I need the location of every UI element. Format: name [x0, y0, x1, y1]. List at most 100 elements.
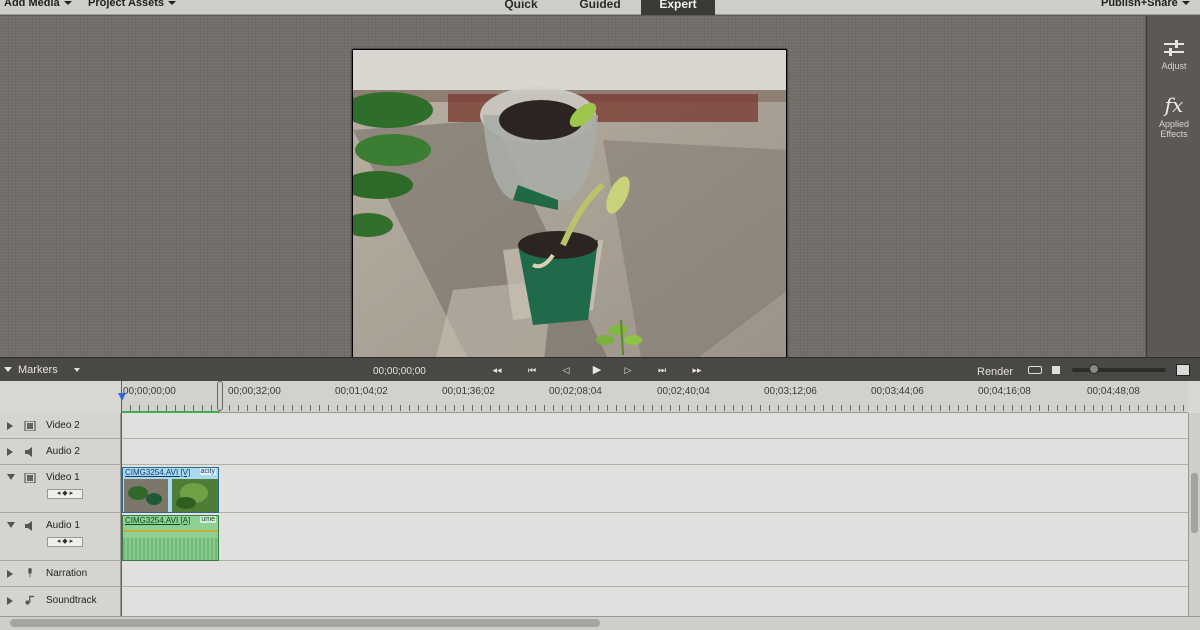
ruler-tick — [760, 405, 761, 411]
collapse-triangle-icon[interactable] — [4, 367, 12, 372]
ruler-tick — [310, 405, 311, 411]
tab-quick[interactable]: Quick — [494, 0, 548, 15]
lane-narration[interactable] — [121, 561, 1188, 587]
video-clip[interactable]: CIMG3254.AVI [V] acity — [122, 467, 219, 513]
project-assets-label: Project Assets — [88, 0, 165, 9]
track-name: Audio 1 — [46, 520, 80, 531]
goto-out-point-icon[interactable]: ▸▸ — [689, 363, 705, 377]
ruler-tick — [985, 405, 986, 411]
fit-timeline-icon[interactable] — [1028, 366, 1042, 374]
markers-dropdown-icon[interactable] — [74, 368, 80, 372]
ruler-tick — [724, 405, 725, 411]
ruler-tick — [274, 405, 275, 411]
lane-soundtrack[interactable] — [121, 587, 1188, 616]
ruler-tick — [535, 405, 536, 411]
expand-track-icon[interactable] — [7, 570, 13, 578]
ruler-tick — [256, 405, 257, 411]
ruler-tick — [436, 405, 437, 411]
horizontal-scrollbar-thumb[interactable] — [10, 619, 600, 627]
audio-clip-title: CIMG3254.AVI [A] — [125, 516, 191, 525]
ruler-tick — [481, 405, 482, 411]
video-clip-effect-badge[interactable]: acity — [199, 468, 216, 475]
tab-guided[interactable]: Guided — [570, 0, 630, 15]
zoom-out-icon[interactable] — [1052, 366, 1060, 374]
audio-clip-effect-badge[interactable]: ume — [200, 516, 216, 523]
zoom-slider-knob[interactable] — [1089, 364, 1099, 374]
lane-video-2[interactable] — [121, 413, 1188, 439]
lane-audio-1[interactable]: CIMG3254.AVI [A] ume — [121, 513, 1188, 561]
chevron-down-icon — [63, 1, 72, 6]
ruler-label: 00;04;16;08 — [978, 386, 1031, 397]
timecode-display[interactable]: 00;00;00;00 — [373, 366, 426, 377]
ruler-tick — [1183, 405, 1184, 411]
ruler-tick — [229, 405, 230, 411]
render-button[interactable]: Render — [977, 366, 1013, 378]
track-headers: Video 2 Audio 2 Video 1 ◂ ◆ ▸ Audio 1 ◂ … — [0, 413, 121, 616]
keyframe-controls[interactable]: ◂ ◆ ▸ — [47, 537, 83, 547]
ruler-tick — [562, 405, 563, 411]
monitor-panel — [0, 16, 1145, 368]
zoom-slider-track[interactable] — [1072, 368, 1166, 372]
microphone-icon — [28, 568, 32, 578]
ruler-tick — [499, 405, 500, 411]
track-header-narration: Narration — [0, 561, 121, 587]
chevron-down-icon — [168, 1, 177, 6]
ruler-tick — [571, 405, 572, 411]
track-header-video-1: Video 1 ◂ ◆ ▸ — [0, 465, 121, 513]
fx-icon: fx — [1164, 93, 1184, 117]
goto-in-point-icon[interactable]: ◂◂ — [489, 363, 505, 377]
vertical-scrollbar-thumb[interactable] — [1191, 473, 1198, 533]
ruler-tick — [1048, 405, 1049, 411]
play-icon[interactable]: ▶ — [589, 363, 605, 377]
step-forward-icon[interactable]: ▷ — [620, 363, 636, 377]
add-media-menu[interactable]: Add Media — [4, 0, 72, 9]
collapse-track-icon[interactable] — [7, 474, 15, 480]
publish-share-menu[interactable]: Publish+Share — [1101, 0, 1190, 9]
tab-expert[interactable]: Expert — [641, 0, 715, 15]
audio-clip[interactable]: CIMG3254.AVI [A] ume — [122, 515, 219, 561]
right-panel: Adjust fx Applied Effects — [1146, 16, 1200, 357]
expand-track-icon[interactable] — [7, 422, 13, 430]
expand-track-icon[interactable] — [7, 597, 13, 605]
playhead-line[interactable] — [121, 381, 122, 616]
ruler-tick — [823, 405, 824, 411]
adjust-button[interactable]: Adjust — [1147, 40, 1200, 71]
work-area-end-handle[interactable] — [217, 381, 223, 411]
horizontal-scrollbar[interactable] — [0, 616, 1200, 630]
ruler-tick — [418, 405, 419, 411]
ruler-tick — [715, 405, 716, 411]
ruler-label: 00;02;08;04 — [549, 386, 602, 397]
ruler-tick — [301, 405, 302, 411]
ruler-tick — [544, 405, 545, 411]
applied-effects-button[interactable]: fx Applied Effects — [1147, 94, 1200, 139]
track-header-video-2: Video 2 — [0, 413, 121, 439]
ruler-tick — [733, 405, 734, 411]
collapse-track-icon[interactable] — [7, 522, 15, 528]
ruler-tick — [238, 405, 239, 411]
project-assets-menu[interactable]: Project Assets — [88, 0, 177, 9]
lane-audio-2[interactable] — [121, 439, 1188, 465]
playhead-marker-icon[interactable] — [118, 393, 126, 401]
ruler-tick — [1147, 405, 1148, 411]
video-preview[interactable] — [352, 49, 787, 368]
ruler-tick — [616, 405, 617, 411]
goto-previous-edit-icon[interactable]: ⏮ — [524, 363, 540, 377]
time-ruler[interactable]: 00;00;00;00 00;00;32;00 00;01;04;02 00;0… — [121, 381, 1188, 413]
audio-volume-line[interactable] — [123, 530, 218, 532]
vertical-scrollbar[interactable] — [1188, 413, 1200, 616]
expand-track-icon[interactable] — [7, 448, 13, 456]
ruler-tick — [634, 405, 635, 411]
ruler-tick — [319, 405, 320, 411]
ruler-tick — [1120, 405, 1121, 411]
ruler-tick — [1111, 405, 1112, 411]
step-back-icon[interactable]: ◁ — [558, 363, 574, 377]
goto-next-edit-icon[interactable]: ⏭ — [654, 363, 670, 377]
lane-video-1[interactable]: CIMG3254.AVI [V] acity — [121, 465, 1188, 513]
keyframe-controls[interactable]: ◂ ◆ ▸ — [47, 489, 83, 499]
ruler-tick — [589, 405, 590, 411]
ruler-tick — [706, 405, 707, 411]
adjust-label: Adjust — [1161, 61, 1187, 71]
markers-label[interactable]: Markers — [18, 364, 58, 376]
zoom-in-icon[interactable] — [1176, 364, 1190, 376]
video-clip-thumbnails — [124, 479, 218, 512]
